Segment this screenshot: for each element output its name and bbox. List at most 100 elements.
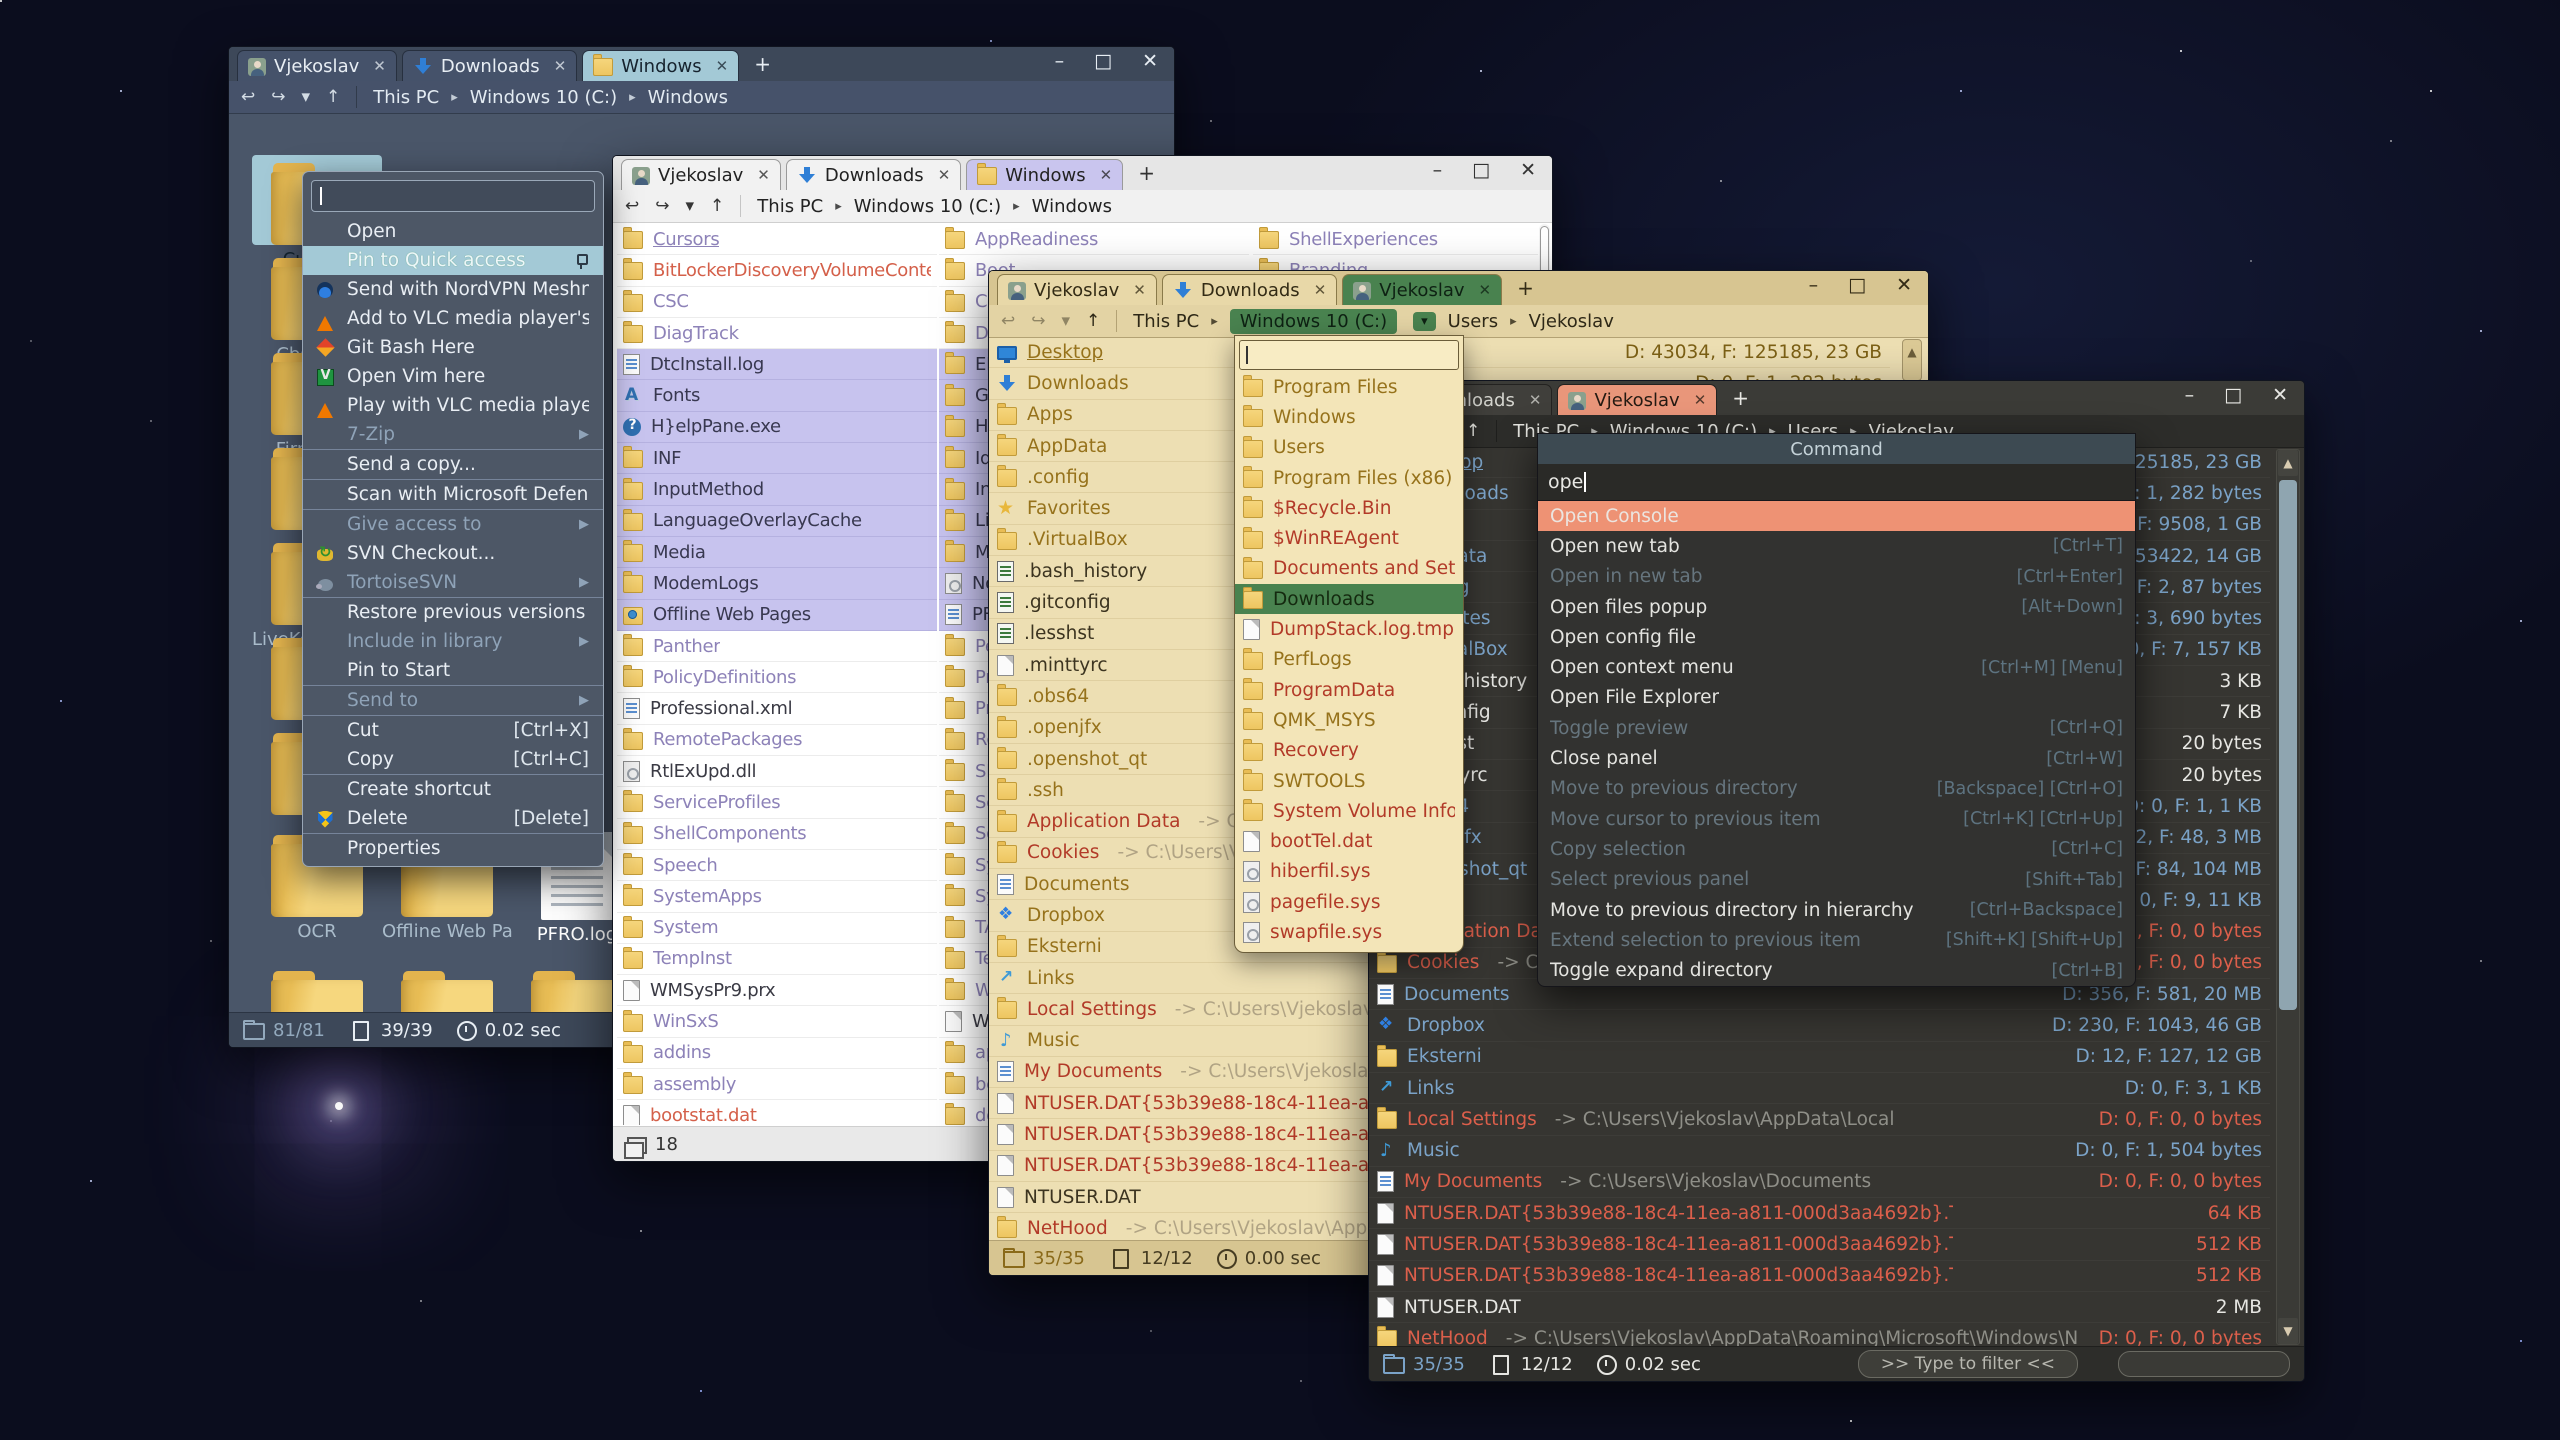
file-row-diagtrack[interactable]: DiagTrack <box>617 318 937 349</box>
file-row-inputmethod[interactable]: InputMethod <box>617 474 937 505</box>
dropdown-item-system-volume-information[interactable]: System Volume Information <box>1235 796 1463 826</box>
dropdown-item-pagefile-sys[interactable]: pagefile.sys <box>1235 887 1463 917</box>
tab-vjekoslav[interactable]: Vjekoslav✕ <box>997 274 1157 305</box>
history-dropdown-icon[interactable]: ▾ <box>686 196 695 216</box>
file-row-my-documents[interactable]: My Documents-> C:\Users\Vjekoslav\Docume… <box>1369 1167 2270 1198</box>
file-row-music[interactable]: MusicD: 0, F: 1, 504 bytes <box>1369 1136 2270 1167</box>
history-dropdown-icon[interactable]: ▾ <box>302 87 311 107</box>
menu-item-tortoisesvn[interactable]: TortoiseSVN▶ <box>303 568 603 597</box>
command-move-to-previous-directory[interactable]: Move to previous directory[Backspace] [C… <box>1538 774 2135 804</box>
dropdown-filter-input[interactable] <box>1239 340 1459 370</box>
close-icon[interactable]: ✕ <box>1520 159 1536 181</box>
file-row-rtlexupd-dll[interactable]: RtlExUpd.dll <box>617 756 937 787</box>
command-open-new-tab[interactable]: Open new tab[Ctrl+T] <box>1538 531 2135 561</box>
dropdown-item-windows[interactable]: Windows <box>1235 402 1463 432</box>
file-row-system[interactable]: System <box>617 913 937 944</box>
history-dropdown-icon[interactable]: ▾ <box>1062 311 1071 331</box>
command-select-previous-panel[interactable]: Select previous panel[Shift+Tab] <box>1538 865 2135 895</box>
menu-item-svn-checkout[interactable]: SVN Checkout... <box>303 539 603 568</box>
file-row-bitlockerdiscoveryvolumecontents[interactable]: BitLockerDiscoveryVolumeContents <box>617 255 937 286</box>
file-row-systemapps[interactable]: SystemApps <box>617 881 937 912</box>
file-row-inf[interactable]: INF <box>617 443 937 474</box>
command-input[interactable]: ope <box>1538 464 2135 501</box>
dropdown-item-dumpstack-log-tmp[interactable]: DumpStack.log.tmp <box>1235 614 1463 644</box>
w3-breadcrumb[interactable]: This PC▸Windows 10 (C:)▾Users▸Vjekoslav <box>1133 309 1614 334</box>
file-row-fonts[interactable]: Fonts <box>617 380 937 411</box>
file-row-csc[interactable]: CSC <box>617 287 937 318</box>
maximize-icon[interactable]: □ <box>2224 384 2242 406</box>
file-row-h-elppane-exe[interactable]: H}elpPane.exe <box>617 412 937 443</box>
breadcrumb-windows-10-c[interactable]: Windows 10 (C:) <box>470 87 617 108</box>
file-row-offline-web-pages[interactable]: Offline Web Pages <box>617 600 937 631</box>
file-row-assembly[interactable]: assembly <box>617 1069 937 1100</box>
breadcrumb-users[interactable]: Users <box>1448 311 1498 332</box>
tab-vjekoslav[interactable]: Vjekoslav✕ <box>237 50 397 81</box>
file-row-wmsyspr9-prx[interactable]: WMSysPr9.prx <box>617 975 937 1006</box>
menu-item-open[interactable]: Open <box>303 217 603 246</box>
dropdown-item-qmk-msys[interactable]: QMK_MSYS <box>1235 705 1463 735</box>
tab-vjekoslav[interactable]: Vjekoslav✕ <box>1342 274 1502 305</box>
file-row-appreadiness[interactable]: AppReadiness <box>939 224 1249 255</box>
breadcrumb-this-pc[interactable]: This PC <box>1133 311 1199 332</box>
breadcrumb-dropdown-icon[interactable]: ▾ <box>1413 312 1436 331</box>
menu-item-give-access-to[interactable]: Give access to▶ <box>303 509 603 539</box>
command-open-config-file[interactable]: Open config file <box>1538 622 2135 652</box>
command-open-file-explorer[interactable]: Open File Explorer <box>1538 683 2135 713</box>
command-open-in-new-tab[interactable]: Open in new tab[Ctrl+Enter] <box>1538 562 2135 592</box>
command-close-panel[interactable]: Close panel[Ctrl+W] <box>1538 743 2135 773</box>
breadcrumb-windows-10-c[interactable]: Windows 10 (C:) <box>1230 309 1397 334</box>
dropdown-item-program-files[interactable]: Program Files <box>1235 372 1463 402</box>
file-row-remotepackages[interactable]: RemotePackages <box>617 725 937 756</box>
file-row-winsxs[interactable]: WinSxS <box>617 1006 937 1037</box>
back-icon[interactable]: ↩ <box>241 87 255 107</box>
menu-item-delete[interactable]: Delete[Delete] <box>303 804 603 833</box>
forward-icon[interactable]: ↪ <box>271 87 285 107</box>
dropdown-item-users[interactable]: Users <box>1235 433 1463 463</box>
file-row-eksterni[interactable]: EksterniD: 12, F: 127, 12 GB <box>1369 1042 2270 1073</box>
context-menu-filter-input[interactable] <box>311 180 595 212</box>
up-icon[interactable]: ↑ <box>1086 311 1100 331</box>
tab-close-icon[interactable]: ✕ <box>1133 281 1146 299</box>
menu-item-play-with-vlc-media-player[interactable]: Play with VLC media player <box>303 391 603 420</box>
dropdown-item-recycle-bin[interactable]: $Recycle.Bin <box>1235 493 1463 523</box>
file-row-policydefinitions[interactable]: PolicyDefinitions <box>617 662 937 693</box>
up-icon[interactable]: ↑ <box>1466 421 1480 441</box>
menu-item-add-to-vlc-media-player-s-playlist[interactable]: Add to VLC media player's Playlist <box>303 304 603 333</box>
tab-close-icon[interactable]: ✕ <box>1479 281 1492 299</box>
command-toggle-expand-directory[interactable]: Toggle expand directory[Ctrl+B] <box>1538 955 2135 985</box>
file-row-shellcomponents[interactable]: ShellComponents <box>617 819 937 850</box>
scroll-up-icon[interactable]: ▲ <box>2278 450 2298 476</box>
dropdown-item-swtools[interactable]: SWTOOLS <box>1235 766 1463 796</box>
breadcrumb-windows[interactable]: Windows <box>648 87 728 108</box>
menu-item-create-shortcut[interactable]: Create shortcut <box>303 774 603 804</box>
grid-folder-policydefinitions[interactable]: PolicyDefinitions <box>252 963 382 1013</box>
tab-vjekoslav[interactable]: Vjekoslav✕ <box>621 159 781 190</box>
tab-close-icon[interactable]: ✕ <box>554 57 567 75</box>
tab-downloads[interactable]: Downloads✕ <box>402 50 577 81</box>
back-icon[interactable]: ↩ <box>625 196 639 216</box>
dropdown-item-swapfile-sys[interactable]: swapfile.sys <box>1235 917 1463 947</box>
tab-downloads[interactable]: Downloads✕ <box>1162 274 1337 305</box>
file-row-local-settings[interactable]: Local Settings-> C:\Users\Vjekoslav\AppD… <box>1369 1104 2270 1135</box>
up-icon[interactable]: ↑ <box>710 196 724 216</box>
file-row-shellexperiences[interactable]: ShellExperiences <box>1253 224 1538 255</box>
new-tab-button[interactable]: + <box>1722 386 1759 410</box>
command-move-cursor-to-previous-item[interactable]: Move cursor to previous item[Ctrl+K] [Ct… <box>1538 804 2135 834</box>
tab-close-icon[interactable]: ✕ <box>1694 391 1707 409</box>
file-row-links[interactable]: LinksD: 0, F: 3, 1 KB <box>1369 1073 2270 1104</box>
command-extend-selection-to-previous-item[interactable]: Extend selection to previous item[Shift+… <box>1538 925 2135 955</box>
file-row-languageoverlaycache[interactable]: LanguageOverlayCache <box>617 506 937 537</box>
minimize-icon[interactable]: – <box>1433 159 1443 181</box>
menu-item-scan-with-microsoft-defender[interactable]: Scan with Microsoft Defender... <box>303 479 603 509</box>
w3-scrollbar[interactable]: ▲ <box>1902 339 1922 381</box>
forward-icon[interactable]: ↪ <box>655 196 669 216</box>
tab-vjekoslav[interactable]: Vjekoslav✕ <box>1557 384 1717 415</box>
menu-item-cut[interactable]: Cut[Ctrl+X] <box>303 715 603 745</box>
file-row-ntuser-dat-53b39e88-18c4-11ea-a811-000d3aa4692b-tmcontainer00000000000000000001-regtrans-ms[interactable]: NTUSER.DAT{53b39e88-18c4-11ea-a811-000d3… <box>1369 1229 2270 1260</box>
tab-downloads[interactable]: Downloads✕ <box>786 159 961 190</box>
dropdown-item-hiberfil-sys[interactable]: hiberfil.sys <box>1235 857 1463 887</box>
w1-breadcrumb[interactable]: This PC▸Windows 10 (C:)▸Windows <box>373 87 728 108</box>
maximize-icon[interactable]: □ <box>1472 159 1490 181</box>
menu-item-copy[interactable]: Copy[Ctrl+C] <box>303 745 603 774</box>
menu-item-7-zip[interactable]: 7-Zip▶ <box>303 420 603 449</box>
